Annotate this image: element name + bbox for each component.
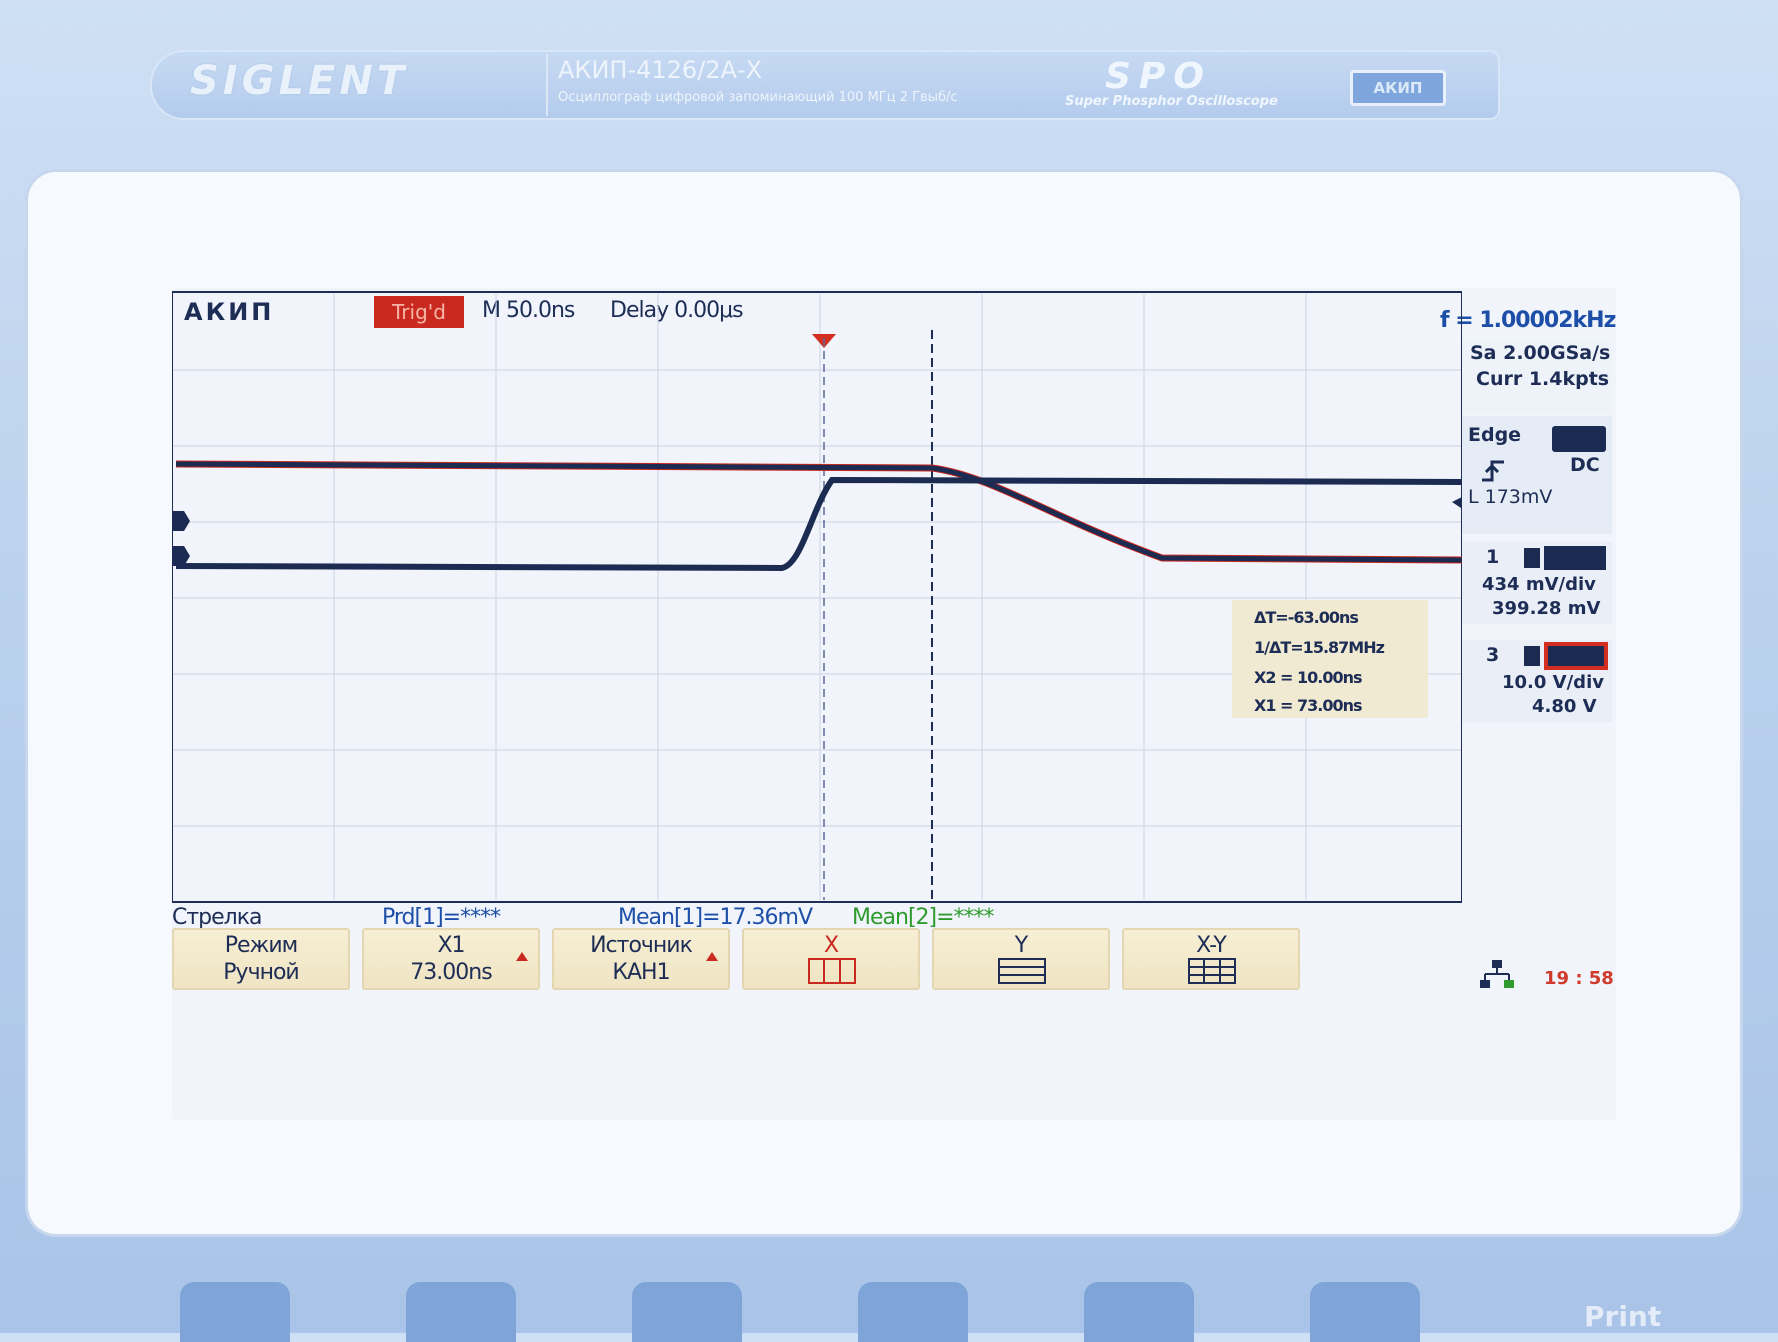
channel-1-trace: [175, 476, 1462, 572]
softkey-mode-label: Режим: [224, 933, 299, 958]
softkey-source[interactable]: Источник КАН1: [552, 928, 730, 990]
spo-logo: SPO: [1105, 56, 1212, 97]
channel-1-ground-marker[interactable]: [172, 546, 190, 566]
channel-3-offset: 4.80 V: [1532, 696, 1597, 717]
mean2-measurement: Mean[2]=****: [852, 905, 995, 930]
delta-t-readout: ΔT=-63.00ns: [1254, 608, 1359, 627]
waveform-display: [172, 291, 1462, 903]
channel-1-scale: 434 mV/div: [1482, 574, 1596, 595]
channel-3-scale: 10.0 V/div: [1502, 672, 1604, 693]
channel-1-panel[interactable]: 1 434 mV/div 399.28 mV: [1462, 542, 1612, 624]
hardware-softkey-4[interactable]: [858, 1282, 968, 1342]
spo-subtitle: Super Phosphor Oscilloscope: [1065, 94, 1278, 109]
brand-strip: SIGLENT АКИП-4126/2А-X Осциллограф цифро…: [150, 50, 1500, 120]
softkey-y-label: Y: [1014, 933, 1028, 958]
softkey-x1-label: X1: [437, 933, 465, 958]
clock: 19 : 58: [1544, 968, 1614, 989]
softkey-mode[interactable]: Режим Ручной: [172, 928, 350, 990]
softkey-xy-label: X-Y: [1196, 933, 1227, 958]
x1-readout: X1 = 73.00ns: [1254, 696, 1363, 715]
acquisition-panel: Sa 2.00GSa/s Curr 1.4kpts: [1462, 340, 1612, 414]
softkey-xy-cursor[interactable]: X-Y: [1122, 928, 1300, 990]
trigger-level: L 173mV: [1468, 486, 1553, 508]
hardware-softkey-1[interactable]: [180, 1282, 290, 1342]
brand-divider: [546, 54, 548, 116]
network-icon: [1480, 960, 1514, 988]
inverse-delta-t-readout: 1/ΔT=15.87MHz: [1254, 638, 1385, 657]
channel-3-panel[interactable]: 3 10.0 V/div 4.80 V: [1462, 640, 1612, 722]
oscilloscope-screen: АКИП Trig'd M 50.0ns Delay 0.00μs f = 1.…: [172, 288, 1616, 1120]
menu-title: Стрелка: [172, 905, 263, 930]
frequency-readout: f = 1.00002kHz: [1440, 308, 1616, 333]
trigger-type: Edge: [1468, 424, 1522, 446]
trigger-coupling: DC: [1570, 454, 1600, 476]
model-name: АКИП-4126/2А-X: [558, 56, 763, 84]
x-cursor-icon: [808, 958, 856, 984]
graticule-border: [172, 291, 1462, 903]
sample-rate: Sa 2.00GSa/s: [1470, 342, 1611, 364]
trigger-panel[interactable]: Edge DC L 173mV: [1462, 416, 1612, 534]
trigger-source-indicator: [1552, 426, 1606, 452]
softkey-x1-value: 73.00ns: [410, 960, 492, 985]
hardware-softkey-5[interactable]: [1084, 1282, 1194, 1342]
channel-1-bandwidth-indicator: [1544, 546, 1606, 570]
channel-1-offset: 399.28 mV: [1492, 598, 1601, 619]
trigger-level-marker[interactable]: [1452, 496, 1462, 510]
hardware-softkey-2[interactable]: [406, 1282, 516, 1342]
softkey-source-value: КАН1: [612, 960, 670, 985]
softkey-source-label: Источник: [590, 933, 693, 958]
softkey-x1[interactable]: X1 73.00ns: [362, 928, 540, 990]
softkey-y-cursor[interactable]: Y: [932, 928, 1110, 990]
x2-readout: X2 = 10.00ns: [1254, 668, 1363, 687]
xy-cursor-icon: [1188, 958, 1236, 984]
hardware-softkey-3[interactable]: [632, 1282, 742, 1342]
channel-3-coupling-icon: [1524, 646, 1540, 666]
softkey-x-label: X: [823, 933, 839, 958]
adjust-arrow-icon: [516, 952, 528, 961]
channel-3-bandwidth-indicator: [1548, 646, 1604, 666]
mean1-measurement: Mean[1]=17.36mV: [618, 905, 813, 930]
softkey-mode-value: Ручной: [223, 960, 299, 985]
cursor-readout: ΔT=-63.00ns 1/ΔT=15.87MHz X2 = 10.00ns X…: [1232, 600, 1428, 718]
memory-depth: Curr 1.4kpts: [1476, 368, 1610, 390]
akip-badge: АКИП: [1350, 70, 1446, 106]
graticule: [172, 294, 1462, 900]
model-description: Осциллограф цифровой запоминающий 100 МГ…: [558, 90, 958, 105]
channel-1-coupling-icon: [1524, 548, 1540, 568]
y-cursor-icon: [998, 958, 1046, 984]
adjust-arrow-icon: [706, 952, 718, 961]
siglent-logo: SIGLENT: [190, 58, 409, 104]
print-button-label: Print: [1584, 1300, 1662, 1333]
channel-1-number: 1: [1486, 546, 1500, 568]
softkey-x-cursor[interactable]: X: [742, 928, 920, 990]
channel-3-ground-marker[interactable]: [172, 511, 190, 531]
channel-3-number: 3: [1486, 644, 1500, 666]
hardware-softkey-6[interactable]: [1310, 1282, 1420, 1342]
rising-edge-icon: [1482, 460, 1504, 482]
prd-measurement: Prd[1]=****: [382, 905, 501, 930]
